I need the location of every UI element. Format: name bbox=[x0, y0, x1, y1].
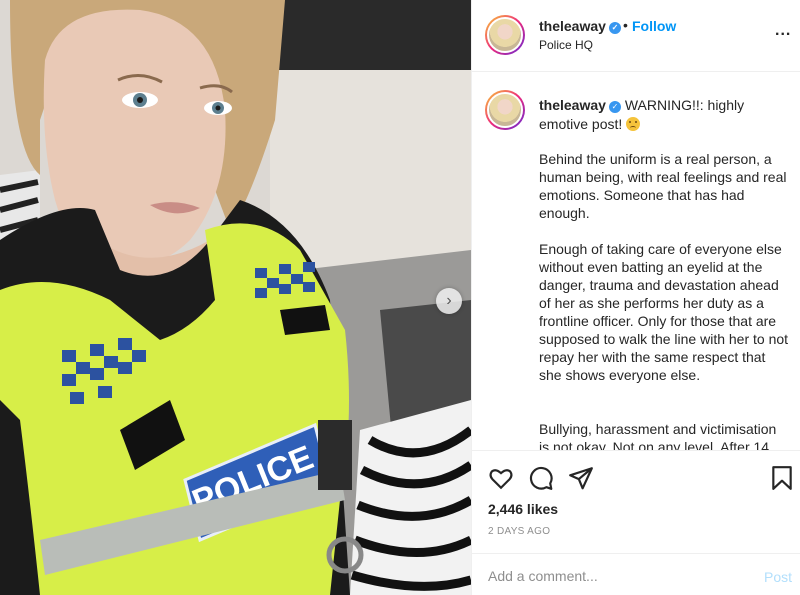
likes-count[interactable]: 2,446 likes bbox=[488, 501, 558, 517]
follow-button[interactable]: Follow bbox=[632, 18, 676, 34]
avatar[interactable] bbox=[485, 15, 525, 55]
post-timestamp[interactable]: 2 DAYS AGO bbox=[488, 526, 550, 537]
post-sidebar: theleaway ✓ • Follow Police HQ ... thelea… bbox=[471, 0, 800, 595]
separator-dot: • bbox=[623, 17, 628, 33]
caption-paragraph: Bullying, harassment and victimisation i… bbox=[539, 421, 777, 450]
zebra-cushion bbox=[350, 400, 471, 595]
comment-bar: Post bbox=[472, 553, 800, 595]
caption-paragraph: Behind the uniform is a real person, a h… bbox=[539, 151, 787, 221]
comment-input[interactable] bbox=[488, 566, 748, 586]
post-photo[interactable]: POLICE › bbox=[0, 0, 471, 595]
chevron-right-icon: › bbox=[446, 292, 452, 309]
verified-badge-icon: ✓ bbox=[608, 101, 621, 113]
share-icon[interactable] bbox=[568, 465, 594, 491]
verified-badge-icon: ✓ bbox=[608, 22, 621, 34]
comment-icon[interactable] bbox=[528, 465, 554, 491]
selfie-police-photo: POLICE bbox=[0, 0, 471, 595]
avatar[interactable] bbox=[485, 90, 525, 130]
bookmark-icon[interactable] bbox=[769, 465, 795, 491]
more-options-icon[interactable]: ... bbox=[775, 22, 791, 40]
caption-paragraph: Enough of taking care of everyone else w… bbox=[539, 241, 789, 383]
post-header: theleaway ✓ • Follow Police HQ ... bbox=[472, 0, 800, 72]
next-photo-button[interactable]: › bbox=[436, 288, 462, 314]
caption-first-line: theleaway ✓ WARNING!!: highly emotive pos… bbox=[539, 96, 789, 134]
caption-area[interactable]: theleaway ✓ WARNING!!: highly emotive pos… bbox=[472, 73, 800, 450]
post-comment-button[interactable]: Post bbox=[764, 569, 792, 585]
post-actions: 2,446 likes 2 DAYS AGO bbox=[472, 450, 800, 550]
sad-face-icon bbox=[626, 117, 641, 131]
location-link[interactable]: Police HQ bbox=[539, 38, 593, 52]
heart-icon[interactable] bbox=[488, 465, 514, 491]
caption-username[interactable]: theleaway bbox=[539, 97, 606, 113]
header-username[interactable]: theleaway bbox=[539, 18, 606, 34]
